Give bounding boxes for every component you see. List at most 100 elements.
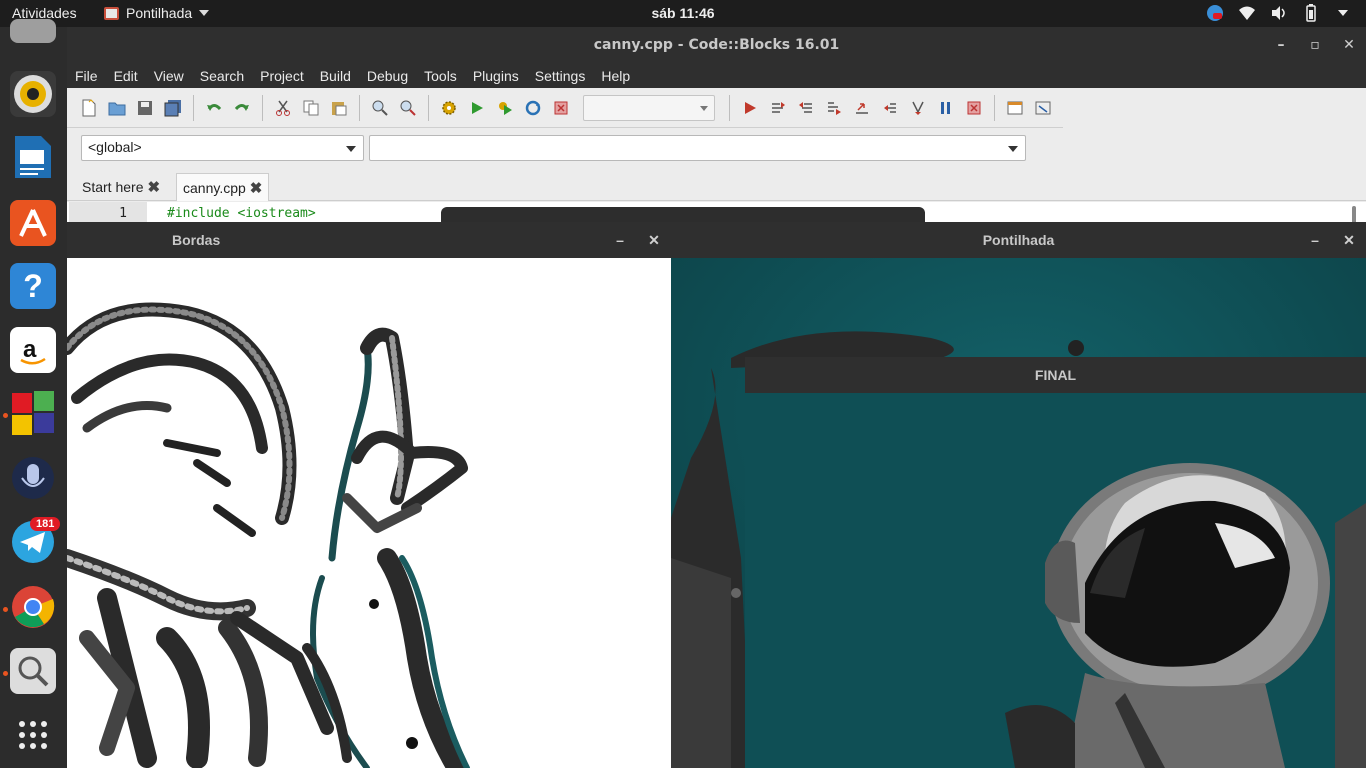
close-button[interactable]: ✕ [1332,222,1366,258]
debug-info-icon[interactable] [1033,98,1053,118]
menu-tools[interactable]: Tools [424,68,457,84]
codeblocks-titlebar[interactable]: canny.cpp - Code::Blocks 16.01 – ▫ ✕ [67,27,1366,64]
menu-edit[interactable]: Edit [114,68,138,84]
find-icon[interactable] [370,98,390,118]
close-button[interactable]: ✕ [637,222,671,258]
dock: ? a 181 [0,19,67,768]
toolbar-separator [994,94,995,121]
window-title: canny.cpp - Code::Blocks 16.01 [593,37,840,53]
show-apps-icon[interactable] [10,712,56,758]
code-completion-bar: <global> [67,129,1030,167]
run-icon[interactable] [467,98,487,118]
maximize-button[interactable]: ▫ [1298,27,1332,64]
build-and-run-icon[interactable] [495,98,515,118]
svg-text:a: a [23,336,37,363]
minimize-button[interactable]: – [1298,222,1332,258]
scope-select[interactable]: <global> [81,135,364,161]
next-line-icon[interactable] [796,98,816,118]
toolbar-separator [729,94,730,121]
running-indicator [3,671,8,676]
save-all-icon[interactable] [163,98,183,118]
stop-debugger-icon[interactable] [964,98,984,118]
step-into-instruction-icon[interactable] [908,98,928,118]
libreoffice-impress-icon[interactable] [10,134,56,180]
app-menu-icon [104,6,119,20]
editor-tabs: Start here ✖ canny.cpp ✖ [67,169,1366,201]
abort-icon[interactable] [551,98,571,118]
debug-continue-icon[interactable] [740,98,760,118]
cut-icon[interactable] [273,98,293,118]
menu-view[interactable]: View [154,68,184,84]
step-out-icon[interactable] [852,98,872,118]
help-icon[interactable]: ? [10,263,56,309]
notification-app-icon[interactable] [1206,4,1224,22]
build-target-select[interactable] [583,94,715,121]
app-menu-label: Pontilhada [126,5,193,21]
toolbar-separator [359,94,360,121]
telegram-badge: 181 [30,517,61,531]
voice-icon[interactable] [10,455,56,501]
pontilhada-titlebar[interactable]: Pontilhada – ✕ [671,222,1366,258]
running-indicator [3,607,8,612]
rhythmbox-icon[interactable] [10,71,56,117]
toolbar-separator [428,94,429,121]
debug-windows-icon[interactable] [1005,98,1025,118]
tab-start-here[interactable]: Start here ✖ [76,173,166,201]
final-image [745,393,1366,768]
chrome-icon[interactable] [10,584,56,630]
files-icon[interactable] [10,19,56,43]
menu-help[interactable]: Help [601,68,630,84]
volume-icon[interactable] [1270,4,1288,22]
tab-canny-cpp[interactable]: canny.cpp ✖ [176,173,270,201]
redo-icon[interactable] [232,98,252,118]
replace-icon[interactable] [398,98,418,118]
app-grid-icon[interactable] [10,391,56,437]
new-file-icon[interactable] [79,98,99,118]
wifi-icon[interactable] [1238,4,1256,22]
toolbar-separator [262,94,263,121]
close-icon[interactable]: ✖ [147,178,160,196]
amazon-icon[interactable]: a [10,327,56,373]
copy-icon[interactable] [301,98,321,118]
symbol-select[interactable] [369,135,1026,161]
run-to-cursor-icon[interactable] [768,98,788,118]
minimize-button[interactable]: – [1264,27,1298,64]
close-button[interactable]: ✕ [1332,27,1366,64]
menu-search[interactable]: Search [200,68,244,84]
build-gear-icon[interactable] [439,98,459,118]
main-toolbar [67,88,1063,128]
menu-project[interactable]: Project [260,68,304,84]
running-indicator [3,413,8,418]
close-icon[interactable]: ✖ [250,179,263,197]
paste-icon[interactable] [329,98,349,118]
step-into-icon[interactable] [824,98,844,118]
minimize-button[interactable]: – [603,222,637,258]
save-icon[interactable] [135,98,155,118]
battery-icon[interactable] [1302,4,1320,22]
tab-label: canny.cpp [183,179,246,196]
search-tool-icon[interactable] [10,648,56,694]
toolbar-separator [193,94,194,121]
menu-build[interactable]: Build [320,68,351,84]
open-file-icon[interactable] [107,98,127,118]
power-menu-icon[interactable] [1334,4,1352,22]
pause-icon[interactable] [936,98,956,118]
menu-settings[interactable]: Settings [535,68,586,84]
final-titlebar[interactable]: FINAL [745,357,1366,393]
system-tray[interactable] [1206,4,1352,22]
app-menu[interactable]: Pontilhada [104,5,210,21]
window-title: Pontilhada [982,232,1055,248]
menu-plugins[interactable]: Plugins [473,68,519,84]
rebuild-icon[interactable] [523,98,543,118]
ubuntu-software-icon[interactable] [10,200,56,246]
bordas-titlebar[interactable]: Bordas – ✕ [67,222,671,258]
bordas-window: Bordas – ✕ [67,222,671,768]
window-title: Bordas [172,232,221,248]
menu-debug[interactable]: Debug [367,68,408,84]
next-instruction-icon[interactable] [880,98,900,118]
code-line[interactable]: #include <iostream> [167,206,316,221]
tab-label: Start here [82,179,144,195]
menu-bar: File Edit View Search Project Build Debu… [67,64,1366,88]
menu-file[interactable]: File [75,68,98,84]
undo-icon[interactable] [204,98,224,118]
